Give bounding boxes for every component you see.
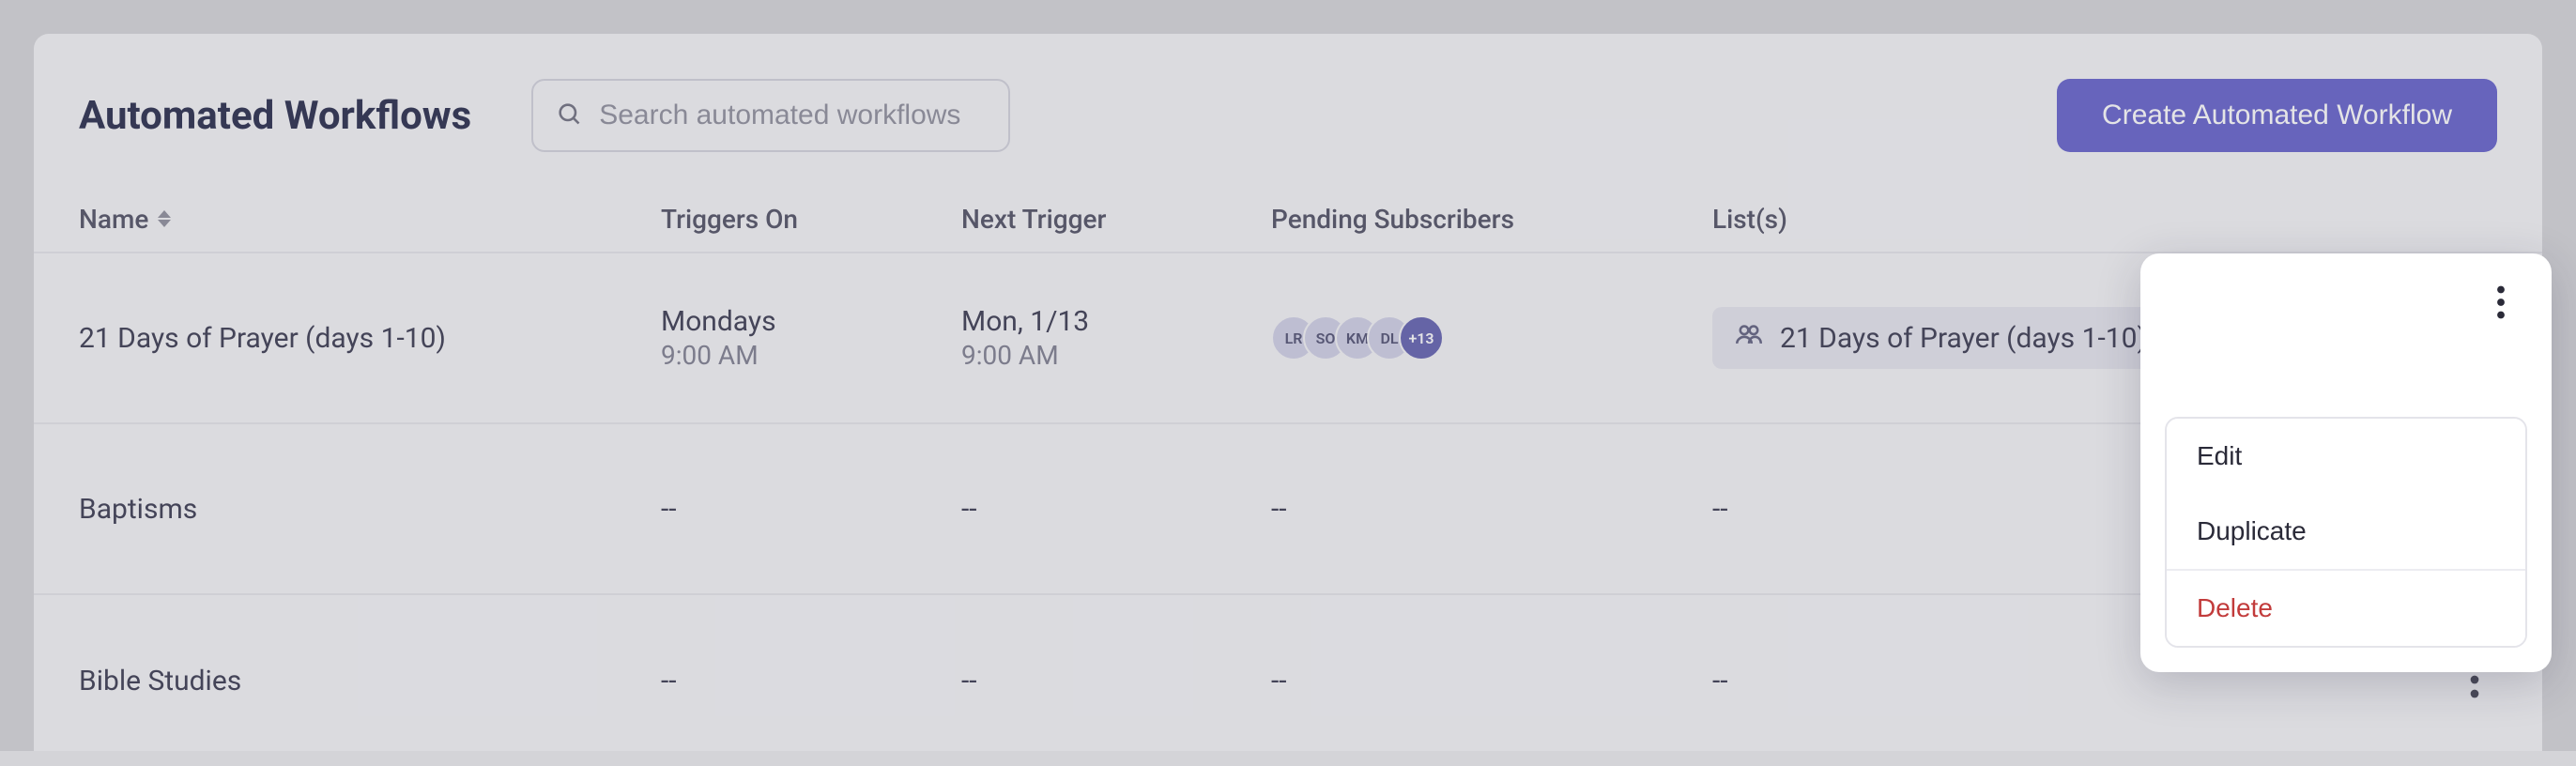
workflow-name: Bible Studies xyxy=(79,665,661,697)
sort-icon xyxy=(158,210,171,227)
pending-cell: LR SO KM DL +13 xyxy=(1271,315,1712,360)
people-icon xyxy=(1733,318,1765,358)
next-trigger-cell: -- xyxy=(961,665,1271,697)
menu-duplicate[interactable]: Duplicate xyxy=(2167,494,2525,569)
actions-menu: Edit Duplicate Delete xyxy=(2165,417,2527,648)
menu-delete[interactable]: Delete xyxy=(2167,571,2525,646)
triggers-on-cell: -- xyxy=(661,665,961,697)
triggers-time: 9:00 AM xyxy=(661,340,961,371)
column-name[interactable]: Name xyxy=(79,204,661,235)
column-name-label: Name xyxy=(79,204,148,235)
search-input-wrap[interactable] xyxy=(531,79,1010,152)
next-trigger-cell: Mon, 1/13 9:00 AM xyxy=(961,305,1271,371)
triggers-day: Mondays xyxy=(661,305,961,338)
column-lists: List(s) xyxy=(1712,204,2369,235)
triggers-on-cell: -- xyxy=(661,493,961,526)
workflow-name: 21 Days of Prayer (days 1-10) xyxy=(79,322,661,355)
flyout-kebab-button[interactable] xyxy=(2482,285,2520,323)
kebab-icon xyxy=(2496,285,2506,323)
page-title: Automated Workflows xyxy=(79,93,471,139)
row-actions-flyout: Edit Duplicate Delete xyxy=(2140,253,2552,672)
pending-cell: -- xyxy=(1271,665,1712,697)
pending-cell: -- xyxy=(1271,493,1712,526)
next-day: Mon, 1/13 xyxy=(961,305,1271,338)
triggers-on-cell: Mondays 9:00 AM xyxy=(661,305,961,371)
create-workflow-button[interactable]: Create Automated Workflow xyxy=(2057,79,2497,152)
avatar-overflow[interactable]: +13 xyxy=(1399,315,1444,360)
search-input[interactable] xyxy=(599,100,986,131)
column-triggers-on: Triggers On xyxy=(661,204,961,235)
next-time: 9:00 AM xyxy=(961,340,1271,371)
next-trigger-cell: -- xyxy=(961,493,1271,526)
list-chip-label: 21 Days of Prayer (days 1-10) xyxy=(1780,322,2147,355)
workflow-name: Baptisms xyxy=(79,493,661,526)
column-next-trigger: Next Trigger xyxy=(961,204,1271,235)
search-icon xyxy=(556,100,582,130)
column-pending: Pending Subscribers xyxy=(1271,204,1712,235)
list-chip[interactable]: 21 Days of Prayer (days 1-10) xyxy=(1712,307,2168,369)
menu-edit[interactable]: Edit xyxy=(2167,419,2525,494)
